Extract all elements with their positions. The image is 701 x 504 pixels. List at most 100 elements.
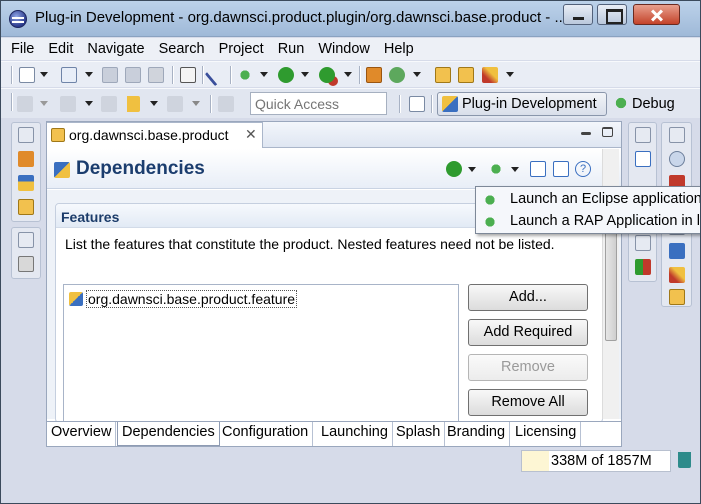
run-external-icon[interactable] — [319, 67, 335, 83]
maximize-editor-icon[interactable] — [602, 127, 613, 137]
quick-fix-dropdown-icon[interactable] — [506, 72, 514, 77]
properties-icon[interactable] — [669, 289, 685, 305]
previous-annotation-dropdown-icon[interactable] — [85, 101, 93, 106]
debug-icon[interactable] — [237, 67, 253, 83]
run-dropdown-icon[interactable] — [301, 72, 309, 77]
menu-file[interactable]: File — [11, 41, 34, 57]
open-type-icon[interactable] — [435, 67, 451, 83]
new-java-class-dropdown-icon[interactable] — [413, 72, 421, 77]
forward-dropdown-icon[interactable] — [192, 101, 200, 106]
tab-dependencies[interactable]: Dependencies — [117, 422, 220, 446]
tab-splash[interactable]: Splash — [392, 422, 446, 446]
package-explorer-icon[interactable] — [18, 151, 34, 167]
quick-access-input[interactable] — [250, 92, 387, 115]
binary-icon[interactable] — [180, 67, 196, 83]
back-icon[interactable] — [124, 96, 140, 112]
run-icon[interactable] — [278, 67, 294, 83]
run-product-dropdown-icon[interactable] — [468, 167, 476, 172]
heap-status-text: 338M of 1857M — [551, 453, 652, 469]
print-icon[interactable] — [148, 67, 164, 83]
main-toolbar — [1, 61, 700, 87]
console-icon[interactable] — [669, 243, 685, 259]
eclipse-logo-icon — [9, 10, 27, 28]
close-tab-icon[interactable]: ✕ — [245, 126, 257, 143]
launch-dropdown-menu: Launch an Eclipse application Launch a R… — [475, 186, 701, 234]
help-icon[interactable]: ? — [575, 161, 591, 177]
export-icon[interactable] — [530, 161, 546, 177]
forward-icon[interactable] — [167, 96, 183, 112]
synchronize-icon[interactable] — [553, 161, 569, 177]
junit-icon[interactable] — [635, 259, 651, 275]
toolbar-separator — [399, 95, 400, 113]
restore-icon[interactable] — [669, 127, 685, 143]
run-external-dropdown-icon[interactable] — [344, 72, 352, 77]
new-java-class-icon[interactable] — [389, 67, 405, 83]
debug-product-dropdown-icon[interactable] — [511, 167, 519, 172]
window-title: Plug-in Development - org.dawnsci.produc… — [35, 9, 567, 26]
feature-list[interactable]: org.dawnsci.base.product.feature — [63, 284, 459, 424]
add-required-button[interactable]: Add Required — [468, 319, 588, 346]
menu-search[interactable]: Search — [159, 41, 205, 57]
menu-project[interactable]: Project — [219, 41, 264, 57]
debug-product-icon[interactable] — [488, 161, 504, 177]
heap-status[interactable]: 338M of 1857M — [521, 450, 671, 472]
new-project-dropdown-icon[interactable] — [85, 72, 93, 77]
launch-icon — [482, 214, 498, 230]
minimize-editor-icon[interactable] — [581, 132, 591, 135]
menu-item-launch-rap[interactable]: Launch a RAP Application in l — [476, 211, 700, 233]
perspective-plugin-development-button[interactable]: Plug-in Development — [437, 92, 607, 116]
menu-navigate[interactable]: Navigate — [87, 41, 144, 57]
perspective-label: Plug-in Development — [462, 96, 597, 112]
tab-overview[interactable]: Overview — [47, 422, 117, 446]
minimize-button[interactable] — [563, 4, 593, 25]
database-icon[interactable] — [669, 151, 685, 167]
menu-edit[interactable]: Edit — [48, 41, 73, 57]
open-folder-icon[interactable] — [458, 67, 474, 83]
menu-item-label: Launch an Eclipse application — [510, 191, 701, 207]
next-annotation-icon[interactable] — [17, 96, 33, 112]
tab-licensing[interactable]: Licensing — [511, 422, 582, 446]
tab-configuration[interactable]: Configuration — [218, 422, 314, 446]
plugins-view-icon[interactable] — [18, 175, 34, 191]
editor-tab-bar: org.dawnsci.base.product ✕ — [47, 122, 621, 148]
new-plugin-icon[interactable] — [366, 67, 382, 83]
navigator-icon[interactable] — [18, 199, 34, 215]
maximize-button[interactable] — [597, 4, 627, 25]
menu-item-launch-eclipse[interactable]: Launch an Eclipse application — [476, 189, 701, 211]
quick-fix-icon[interactable] — [482, 67, 498, 83]
restore-icon[interactable] — [635, 127, 651, 143]
restore-icon[interactable] — [18, 127, 34, 143]
product-editor: org.dawnsci.base.product ✕ Dependencies … — [46, 121, 622, 447]
tasks-icon[interactable] — [669, 267, 685, 283]
back-dropdown-icon[interactable] — [150, 101, 158, 106]
debug-dropdown-icon[interactable] — [260, 72, 268, 77]
previous-annotation-icon[interactable] — [60, 96, 76, 112]
remove-all-button[interactable]: Remove All — [468, 389, 588, 416]
menu-run[interactable]: Run — [278, 41, 305, 57]
save-icon[interactable] — [102, 67, 118, 83]
pin-editor-icon[interactable] — [218, 96, 234, 112]
restore-icon[interactable] — [635, 235, 651, 251]
garbage-collect-icon[interactable] — [678, 452, 691, 468]
tab-launching[interactable]: Launching — [317, 422, 393, 446]
editor-tab[interactable]: org.dawnsci.base.product ✕ — [47, 122, 263, 148]
new-icon[interactable] — [19, 67, 35, 83]
git-repositories-icon[interactable] — [18, 256, 34, 272]
close-button[interactable] — [633, 4, 680, 25]
outline-icon[interactable] — [635, 151, 651, 167]
new-dropdown-icon[interactable] — [40, 72, 48, 77]
restore-icon[interactable] — [18, 232, 34, 248]
next-annotation-dropdown-icon[interactable] — [40, 101, 48, 106]
menu-window[interactable]: Window — [318, 41, 370, 57]
new-project-icon[interactable] — [61, 67, 77, 83]
add-button[interactable]: Add... — [468, 284, 588, 311]
last-edit-icon[interactable] — [101, 96, 117, 112]
tab-branding[interactable]: Branding — [443, 422, 511, 446]
menu-help[interactable]: Help — [384, 41, 414, 57]
perspective-debug-button[interactable]: Debug — [613, 92, 698, 116]
run-product-icon[interactable] — [446, 161, 462, 177]
open-perspective-icon[interactable] — [409, 96, 425, 112]
save-all-icon[interactable] — [125, 67, 141, 83]
remove-button[interactable]: Remove — [468, 354, 588, 381]
skip-breakpoints-icon[interactable] — [204, 63, 228, 87]
